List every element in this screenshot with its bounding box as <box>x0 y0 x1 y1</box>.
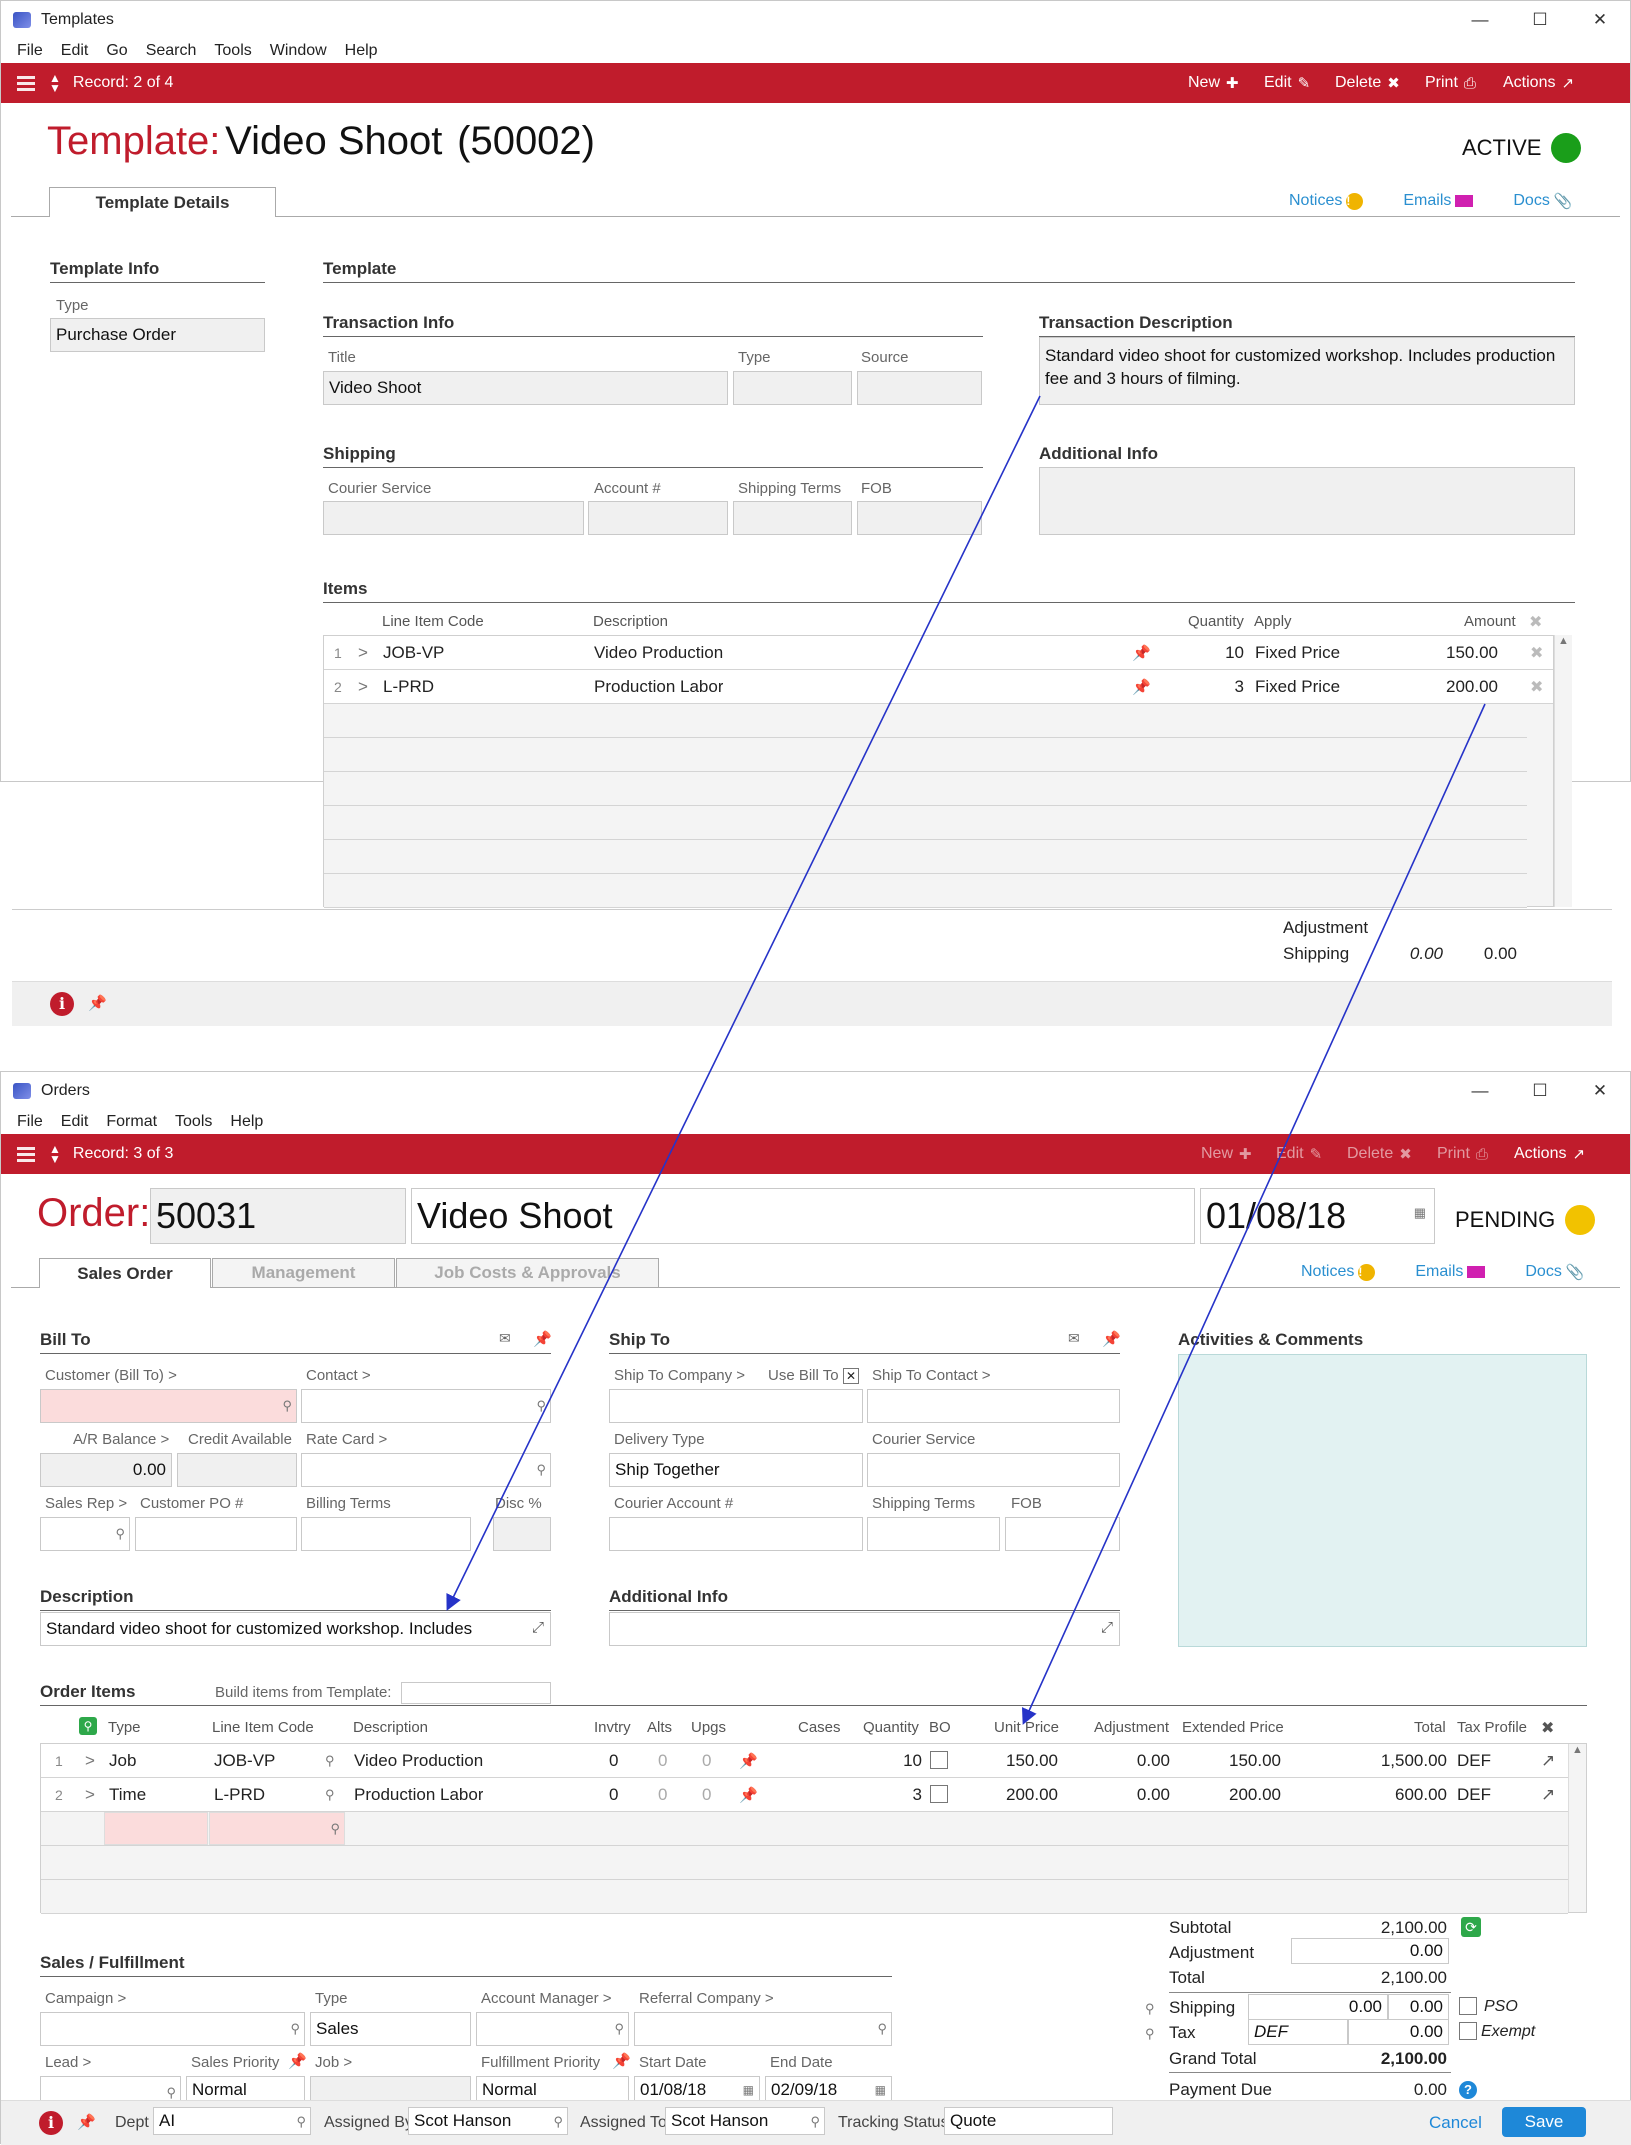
price-mapping-arrow <box>1021 703 1486 1725</box>
description-mapping-arrow <box>446 395 1041 1611</box>
annotation-arrows <box>446 395 1486 1725</box>
